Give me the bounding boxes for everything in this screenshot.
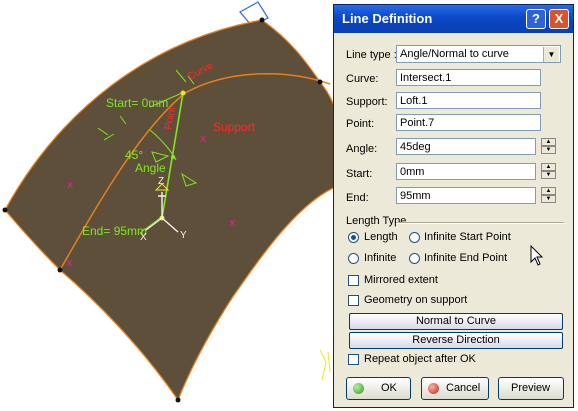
corner-point[interactable] <box>2 207 8 213</box>
ok-button[interactable]: OK <box>346 377 411 400</box>
start-field[interactable]: 0mm <box>396 163 536 180</box>
help-button[interactable]: ? <box>526 9 546 29</box>
end-value: 95mm <box>400 190 431 202</box>
point-value: Point.7 <box>400 117 435 129</box>
radio-infinite[interactable] <box>348 253 359 264</box>
point-marker[interactable] <box>170 154 176 160</box>
point-field[interactable]: Point.7 <box>396 114 541 131</box>
axis-y-label: Y <box>180 230 187 241</box>
normal-to-curve-label: Normal to Curve <box>415 315 497 327</box>
radio-infinite-end[interactable] <box>409 253 420 264</box>
normal-to-curve-button[interactable]: Normal to Curve <box>349 313 563 330</box>
length-type-divider <box>396 222 564 224</box>
chevron-down-icon[interactable]: ▼ <box>543 47 559 62</box>
start-label: Start= 0mm <box>106 96 168 110</box>
reverse-direction-button[interactable]: Reverse Direction <box>349 332 563 349</box>
angle-spinner[interactable]: ▲ ▼ <box>541 138 556 155</box>
radio-infinite-label[interactable]: Infinite <box>364 252 396 264</box>
corner-point[interactable] <box>259 17 265 23</box>
support-marker: x <box>200 132 207 145</box>
end-label: End= 95mm <box>82 224 147 238</box>
corner-point[interactable] <box>317 79 323 85</box>
repeat-checkbox[interactable] <box>348 354 359 365</box>
start-value: 0mm <box>400 166 425 178</box>
spin-up-icon[interactable]: ▲ <box>541 138 556 146</box>
start-label: Start: <box>346 168 373 180</box>
radio-infinite-start[interactable] <box>409 232 420 243</box>
support-marker: x <box>66 256 73 269</box>
radio-infinite-start-label[interactable]: Infinite Start Point <box>424 231 511 243</box>
radio-infinite-end-label[interactable]: Infinite End Point <box>424 252 507 264</box>
dialog-titlebar[interactable]: Line Definition ? X <box>334 5 573 33</box>
preview-label: Preview <box>511 382 551 394</box>
curve-field[interactable]: Intersect.1 <box>396 69 541 86</box>
corner-point[interactable] <box>57 267 63 273</box>
support-field[interactable]: Loft.1 <box>396 92 541 109</box>
support-marker: x <box>67 178 74 191</box>
mirrored-checkbox[interactable] <box>348 275 359 286</box>
repeat-label[interactable]: Repeat object after OK <box>364 353 476 365</box>
preview-button[interactable]: Preview <box>498 377 564 400</box>
support-label: Support: <box>346 96 388 108</box>
dialog-title: Line Definition <box>342 11 433 26</box>
spin-up-icon[interactable]: ▲ <box>541 187 556 195</box>
support-label: Support <box>213 120 256 134</box>
close-icon: X <box>554 11 564 26</box>
point-marker[interactable] <box>180 90 186 96</box>
curve-label: Curve: <box>346 73 379 85</box>
cancel-label: Cancel <box>446 382 481 394</box>
line-type-select[interactable]: Angle/Normal to curve ▼ <box>396 45 561 63</box>
axis-z-label: Z <box>158 176 164 187</box>
support-value: Loft.1 <box>400 95 428 107</box>
spin-down-icon[interactable]: ▼ <box>541 195 556 203</box>
ok-icon <box>353 383 364 394</box>
length-type-label: Length Type <box>346 215 407 227</box>
support-marker: x <box>229 216 236 229</box>
line-type-label: Line type : <box>346 49 397 61</box>
end-spinner[interactable]: ▲ ▼ <box>541 187 556 204</box>
cancel-button[interactable]: Cancel <box>421 377 489 400</box>
end-field[interactable]: 95mm <box>396 187 536 204</box>
line-type-value: Angle/Normal to curve <box>400 48 509 60</box>
mouse-cursor-icon <box>530 245 544 266</box>
help-icon: ? <box>532 11 540 26</box>
cancel-icon <box>428 383 439 394</box>
small-axis-icon <box>319 349 331 381</box>
close-button[interactable]: X <box>549 9 569 29</box>
angle-field[interactable]: 45deg <box>396 138 536 155</box>
end-label: End: <box>346 192 369 204</box>
geometry-checkbox[interactable] <box>348 295 359 306</box>
mirrored-label[interactable]: Mirrored extent <box>364 274 438 286</box>
spin-down-icon[interactable]: ▼ <box>541 171 556 179</box>
radio-length[interactable] <box>348 232 359 243</box>
spin-down-icon[interactable]: ▼ <box>541 146 556 154</box>
start-spinner[interactable]: ▲ ▼ <box>541 163 556 180</box>
spin-up-icon[interactable]: ▲ <box>541 163 556 171</box>
ok-label: OK <box>381 382 397 394</box>
geometry-label[interactable]: Geometry on support <box>364 294 467 306</box>
angle-label: Angle <box>135 161 166 175</box>
angle-label: Angle: <box>346 143 378 155</box>
radio-length-label[interactable]: Length <box>364 231 398 243</box>
line-definition-dialog[interactable]: Line Definition ? X Line type : Angle/No… <box>333 4 574 408</box>
corner-point[interactable] <box>175 397 181 403</box>
axis-x-label: X <box>140 232 147 243</box>
angle-value: 45deg <box>400 141 431 153</box>
point-label: Point: <box>346 118 375 130</box>
angle-value-label: 45° <box>125 148 143 162</box>
curve-value: Intersect.1 <box>400 72 452 84</box>
reverse-direction-label: Reverse Direction <box>412 334 500 346</box>
loft-surface[interactable] <box>4 19 341 402</box>
